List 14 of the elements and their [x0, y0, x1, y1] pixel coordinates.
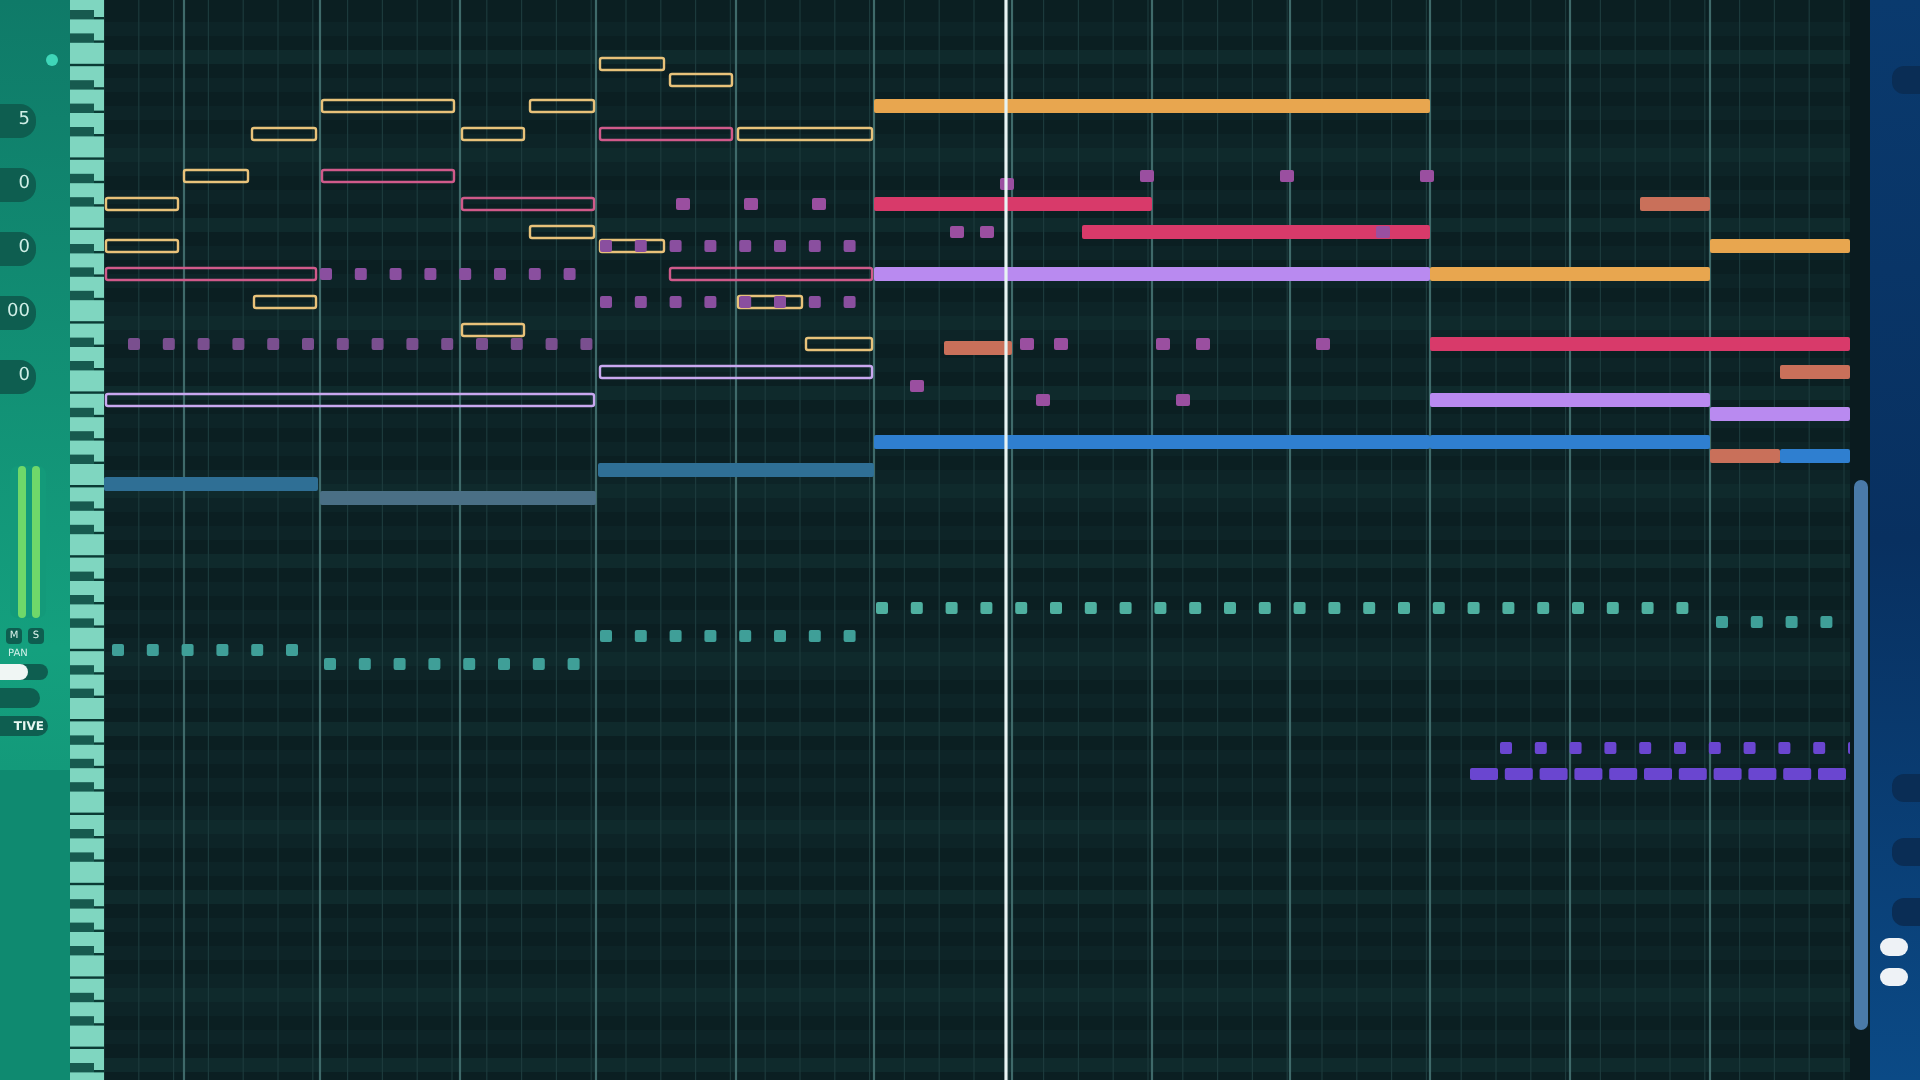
toggle-icon[interactable] — [1880, 968, 1908, 986]
value-field[interactable]: 0 — [0, 360, 36, 394]
piano-keyboard-drawing[interactable] — [70, 0, 104, 1080]
piano-roll-grid-drawing[interactable] — [104, 0, 1850, 1080]
status-dot-icon — [46, 54, 58, 66]
value-field[interactable]: 00 — [0, 296, 36, 330]
value-field[interactable]: 0 — [0, 232, 36, 266]
scrollbar-thumb[interactable] — [1854, 480, 1868, 1030]
value-field[interactable]: 5 — [0, 104, 36, 138]
value-field[interactable]: 0 — [0, 168, 36, 202]
level-meter-icon — [10, 466, 46, 618]
toggle-pill[interactable] — [0, 688, 40, 708]
toggle-icon[interactable] — [1880, 938, 1908, 956]
pan-slider[interactable] — [0, 664, 29, 680]
